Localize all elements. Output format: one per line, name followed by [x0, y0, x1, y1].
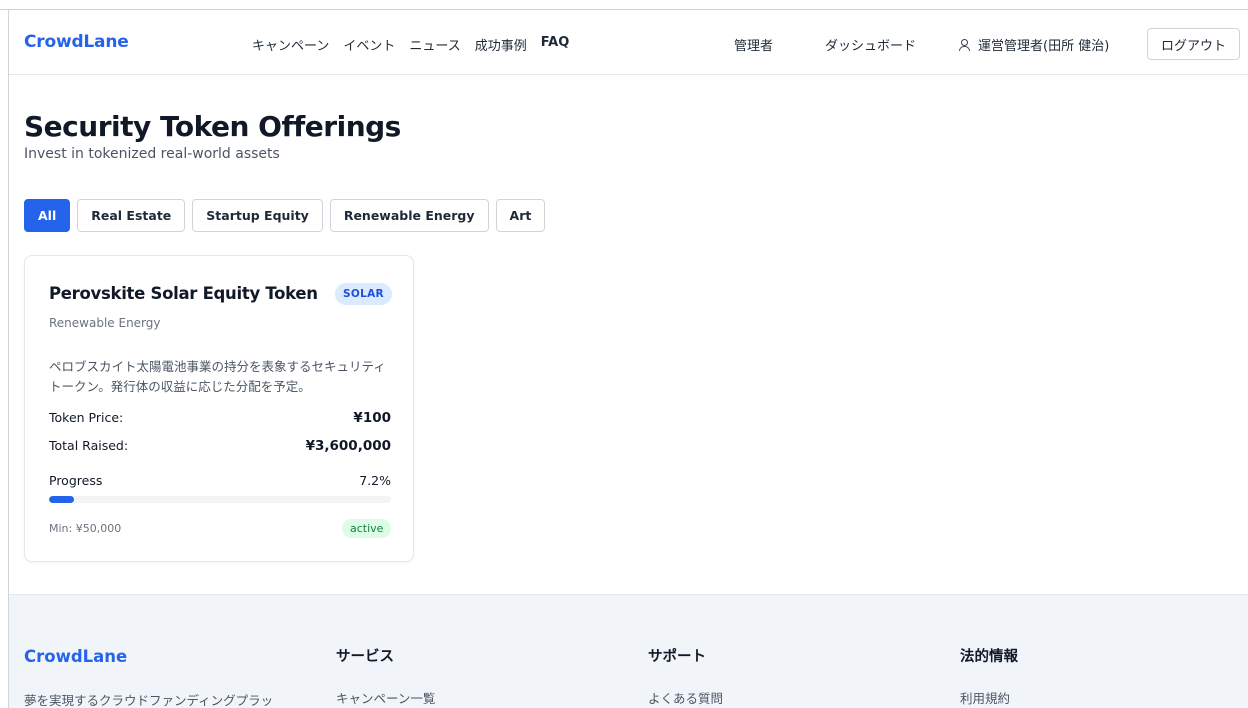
- footer-logo[interactable]: CrowdLane: [24, 647, 127, 666]
- filter-real-estate-button[interactable]: Real Estate: [77, 199, 186, 232]
- progress-bar: [49, 496, 391, 503]
- nav-admin[interactable]: 管理者: [734, 35, 773, 54]
- total-raised-value: ¥3,600,000: [305, 438, 391, 454]
- status-badge: active: [342, 519, 392, 538]
- nav-success-stories[interactable]: 成功事例: [475, 35, 527, 54]
- logo-link[interactable]: CrowdLane: [24, 32, 129, 52]
- minimum-investment: Min: ¥50,000: [49, 522, 122, 535]
- footer-legal-heading: 法的情報: [960, 649, 1018, 665]
- footer: CrowdLane 夢を実現するクラウドファンディングプラッ サービス キャンペ…: [9, 594, 1248, 708]
- user-icon: [959, 38, 970, 51]
- card-description: ペロブスカイト太陽電池事業の持分を表象するセキュリティトークン。発行体の収益に応…: [49, 359, 386, 394]
- card-category: Renewable Energy: [49, 316, 161, 330]
- nav-campaigns[interactable]: キャンペーン: [252, 35, 329, 54]
- top-header: CrowdLane キャンペーン イベント ニュース 成功事例 FAQ 管理者 …: [9, 11, 1248, 75]
- footer-link-terms[interactable]: 利用規約: [960, 688, 1010, 707]
- nav-events[interactable]: イベント: [343, 35, 395, 54]
- nav-news[interactable]: ニュース: [409, 35, 460, 54]
- filter-renewable-energy-button[interactable]: Renewable Energy: [329, 199, 489, 232]
- filter-startup-equity-button[interactable]: Startup Equity: [192, 199, 323, 232]
- total-raised-label: Total Raised:: [49, 438, 129, 453]
- footer-link-faq[interactable]: よくある質問: [648, 688, 723, 707]
- token-price-value: ¥100: [353, 410, 391, 426]
- filter-all-button[interactable]: All: [24, 199, 71, 232]
- browser-frame-top: [0, 0, 1248, 10]
- nav-faq[interactable]: FAQ: [541, 35, 570, 54]
- progress-bar-fill: [49, 496, 74, 503]
- footer-tagline: 夢を実現するクラウドファンディングプラッ: [24, 693, 274, 708]
- token-symbol-badge: SOLAR: [335, 283, 392, 305]
- card-title: Perovskite Solar Equity Token: [49, 284, 318, 303]
- user-name: 運営管理者(田所 健治): [978, 39, 1110, 54]
- nav-dashboard[interactable]: ダッシュボード: [825, 35, 916, 54]
- total-raised-row: Total Raised: ¥3,600,000: [49, 438, 391, 454]
- footer-link-campaign-list[interactable]: キャンペーン一覧: [336, 688, 435, 707]
- token-price-label: Token Price:: [49, 410, 124, 425]
- footer-support-heading: サポート: [648, 649, 706, 665]
- main-nav: キャンペーン イベント ニュース 成功事例 FAQ: [252, 35, 569, 54]
- user-menu[interactable]: 運営管理者(田所 健治): [959, 35, 1109, 54]
- logout-button[interactable]: ログアウト: [1147, 28, 1240, 60]
- token-offering-card[interactable]: Perovskite Solar Equity Token SOLAR Rene…: [24, 255, 414, 562]
- page-subtitle: Invest in tokenized real-world assets: [24, 146, 280, 162]
- progress-row: Progress 7.2%: [49, 473, 391, 488]
- page-title: Security Token Offerings: [24, 110, 401, 143]
- footer-services-heading: サービス: [336, 649, 394, 665]
- filter-art-button[interactable]: Art: [495, 199, 546, 232]
- page: CrowdLane キャンペーン イベント ニュース 成功事例 FAQ 管理者 …: [9, 11, 1248, 708]
- token-price-row: Token Price: ¥100: [49, 410, 391, 426]
- progress-value: 7.2%: [359, 473, 391, 488]
- progress-label: Progress: [49, 473, 103, 488]
- category-filters: All Real Estate Startup Equity Renewable…: [24, 199, 546, 232]
